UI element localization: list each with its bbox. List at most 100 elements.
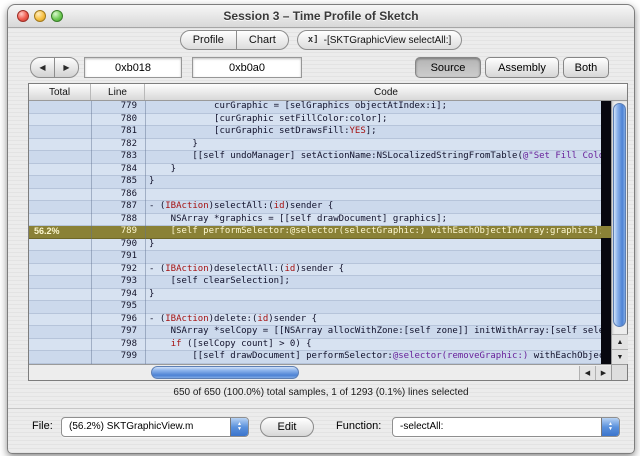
total-cell [29, 139, 91, 151]
total-cell [29, 176, 91, 188]
scrollbar-corner [611, 364, 627, 380]
code-cell: - (IBAction)selectAll:(id)sender { [149, 201, 334, 211]
address-end-field[interactable]: 0xb0a0 [192, 57, 302, 78]
code-row-797[interactable]: 797 NSArray *selCopy = [[NSArray allocWi… [29, 326, 601, 339]
edit-button[interactable]: Edit [260, 417, 314, 437]
code-row-784[interactable]: 784 } [29, 163, 601, 176]
line-number-cell: 792 [120, 263, 137, 274]
line-number-cell: 786 [120, 188, 137, 199]
scroll-left-button[interactable]: ◀ [579, 366, 595, 380]
horizontal-scrollbar[interactable]: ◀ ▶ [29, 364, 611, 380]
tab-chart[interactable]: Chart [235, 30, 289, 50]
close-button[interactable] [17, 10, 29, 22]
code-row-791[interactable]: 791 [29, 251, 601, 264]
code-cell: [self clearSelection]; [149, 276, 290, 286]
code-cell: if ([selCopy count] > 0) { [170, 338, 312, 349]
column-divider [145, 101, 146, 364]
tab-profile[interactable]: Profile [179, 30, 237, 50]
scroll-up-icon: ▲ [616, 338, 624, 346]
column-divider [91, 101, 92, 364]
code-cell: [curGraphic setFillColor:color]; [149, 113, 388, 124]
column-header-line[interactable]: Line [91, 84, 145, 100]
code-row-798[interactable]: 798 if ([selCopy count] > 0) { [29, 338, 601, 351]
function-popup[interactable]: -selectAll: ▲ ▼ [392, 417, 620, 437]
scroll-right-button[interactable]: ▶ [595, 366, 611, 380]
code-cell [145, 189, 601, 201]
total-cell [29, 164, 91, 176]
line-number-cell: 796 [120, 313, 137, 324]
total-cell [29, 251, 91, 263]
vertical-scrollbar-thumb[interactable] [613, 103, 626, 327]
minimize-button[interactable] [34, 10, 46, 22]
line-number-cell: 785 [120, 176, 137, 186]
scroll-up-button[interactable]: ▲ [612, 334, 628, 349]
column-header-code[interactable]: Code [145, 84, 627, 100]
code-row-799[interactable]: 799 [[self drawDocument] performSelector… [29, 351, 601, 364]
code-row-787[interactable]: 787 - (IBAction)selectAll:(id)sender { [29, 201, 601, 214]
total-cell [29, 339, 91, 351]
code-cell: [self performSelector:@selector(selectGr… [149, 226, 601, 236]
code-row-792[interactable]: 792 - (IBAction)deselectAll:(id)sender { [29, 263, 601, 276]
title-bar[interactable]: Session 3 – Time Profile of Sketch [8, 5, 634, 28]
code-cell: curGraphic = [selGraphics objectAtIndex:… [149, 101, 448, 111]
code-table-body: 779 curGraphic = [selGraphics objectAtIn… [29, 101, 601, 364]
code-cell: } [149, 288, 155, 299]
total-cell [29, 239, 91, 251]
line-number-cell: 789 [120, 226, 137, 236]
total-cell: 56.2% [34, 226, 60, 236]
code-row-788[interactable]: 788 NSArray *graphics = [[self drawDocum… [29, 213, 601, 226]
code-cell: - (IBAction)delete:(id)sender { [149, 313, 318, 324]
code-row-785[interactable]: 785} [29, 176, 601, 189]
total-cell [29, 314, 91, 326]
code-row-782[interactable]: 782 } [29, 138, 601, 151]
line-number-cell: 783 [120, 151, 137, 161]
code-row-796[interactable]: 796 - (IBAction)delete:(id)sender { [29, 313, 601, 326]
code-row-794[interactable]: 794} [29, 288, 601, 301]
line-number-cell: 797 [120, 326, 137, 336]
table-header: Total Line Code [29, 84, 627, 101]
scroll-down-icon: ▼ [616, 353, 624, 361]
horizontal-scrollbar-thumb[interactable] [151, 366, 299, 379]
code-row-793[interactable]: 793 [self clearSelection]; [29, 276, 601, 289]
total-cell [29, 189, 91, 201]
forward-button[interactable]: ▶ [54, 57, 79, 78]
file-popup-value: (56.2%) SKTGraphicView.m [69, 421, 194, 432]
file-popup[interactable]: (56.2%) SKTGraphicView.m ▲ ▼ [61, 417, 249, 437]
code-row-781[interactable]: 781 [curGraphic setDrawsFill:YES]; [29, 126, 601, 139]
window-controls [17, 10, 63, 22]
code-row-779[interactable]: 779 curGraphic = [selGraphics objectAtIn… [29, 101, 601, 114]
back-icon: ◀ [39, 62, 46, 72]
scroll-down-button[interactable]: ▼ [612, 349, 628, 364]
code-row-786[interactable]: 786 [29, 188, 601, 201]
line-number-cell: 788 [120, 213, 137, 224]
vertical-scrollbar[interactable]: ▲ ▼ [611, 101, 628, 364]
total-cell [29, 264, 91, 276]
line-number-cell: 782 [120, 138, 137, 149]
window-title: Session 3 – Time Profile of Sketch [223, 9, 419, 23]
code-cell: - (IBAction)deselectAll:(id)sender { [149, 263, 345, 274]
function-symbol-icon: x] [307, 35, 319, 45]
line-number-cell: 784 [120, 163, 137, 174]
zoom-button[interactable] [51, 10, 63, 22]
code-row-789[interactable]: 56.2% 789 [self performSelector:@selector… [29, 226, 601, 239]
line-number-cell: 798 [120, 338, 137, 349]
code-row-783[interactable]: 783 [[self undoManager] setActionName:NS… [29, 151, 601, 164]
total-cell [29, 301, 91, 313]
address-start-field[interactable]: 0xb018 [84, 57, 182, 78]
total-cell [29, 201, 91, 213]
assembly-button[interactable]: Assembly [485, 57, 559, 78]
function-popup-value: -selectAll: [400, 421, 444, 432]
total-cell [29, 214, 91, 226]
line-number-cell: 791 [120, 251, 137, 261]
back-button[interactable]: ◀ [30, 57, 55, 78]
total-cell [29, 289, 91, 301]
total-cell [29, 351, 91, 363]
code-row-780[interactable]: 780 [curGraphic setFillColor:color]; [29, 113, 601, 126]
code-cell: } [149, 163, 177, 174]
tab-function[interactable]: x] -[SKTGraphicView selectAll:] [296, 30, 463, 50]
code-row-795[interactable]: 795 [29, 301, 601, 314]
column-header-total[interactable]: Total [29, 84, 91, 100]
both-button[interactable]: Both [563, 57, 609, 78]
code-row-790[interactable]: 790} [29, 238, 601, 251]
source-button[interactable]: Source [415, 57, 481, 78]
